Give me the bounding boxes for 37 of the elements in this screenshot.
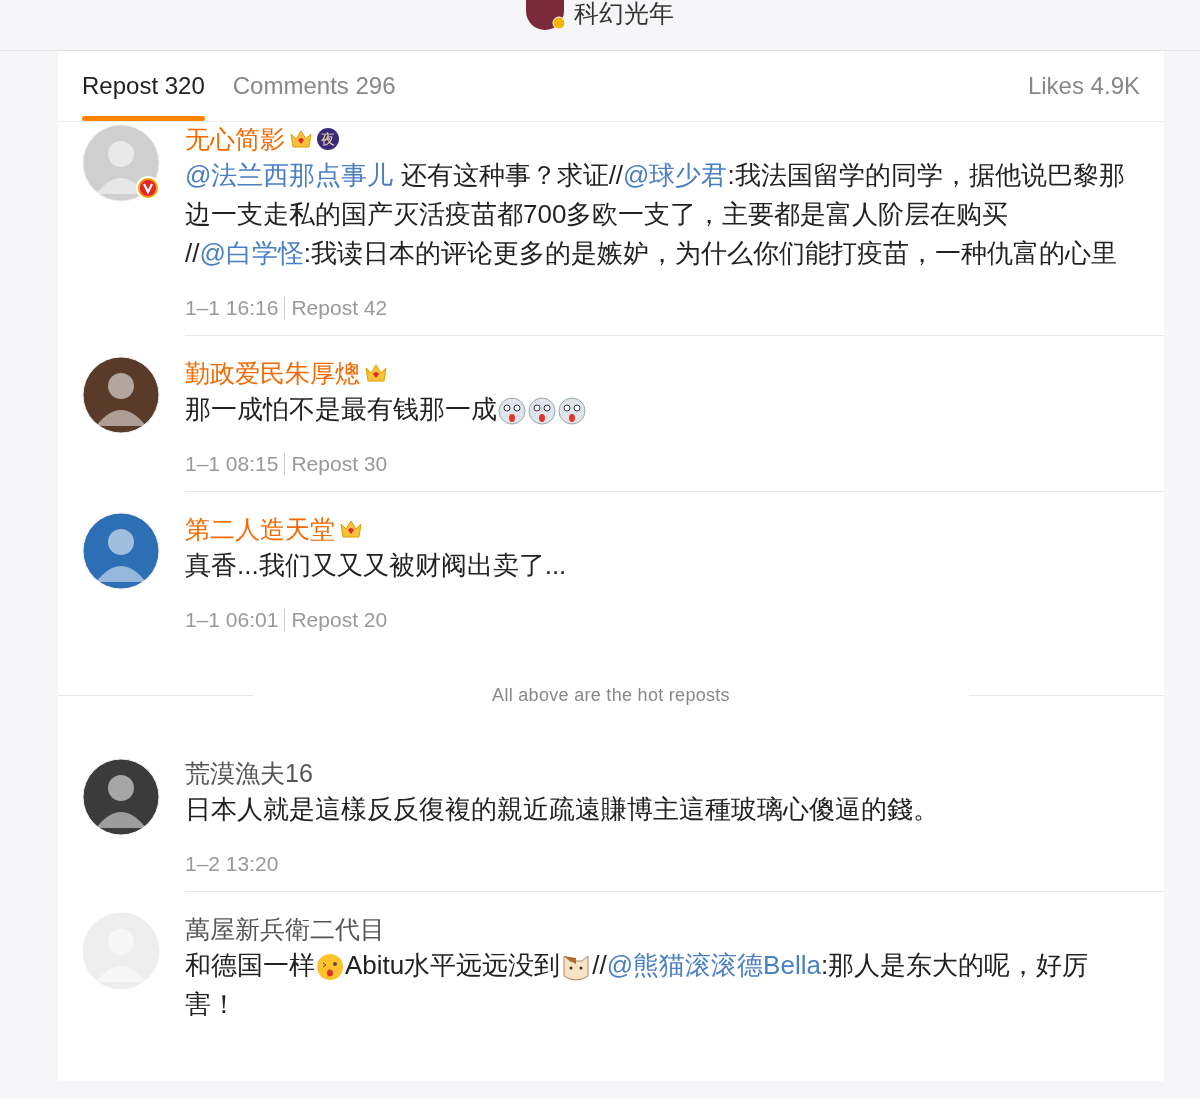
likes-count[interactable]: Likes 4.9K [1027,72,1140,100]
repost-text: 那一成怕不是最有钱那一成 [185,390,1140,429]
repost-text: @法兰西那点事儿 还有这种事？求证//@球少君:我法国留学的同学，据他说巴黎那边一支走私的国产灭活疫苗都700多欧一支了，主要都是富人阶层在购买 //@白学怪:我读日本的评论更多的是嫉妒，为什么你们能打疫苗，一种仇富的心里 [185,159,1126,270]
repost-text: 日本人就是這樣反反復複的親近疏遠賺博主這種玻璃心傻逼的錢。 [185,793,940,826]
avatar [526,0,564,30]
mention-link[interactable]: @球少君 [623,160,728,190]
repost-time: 1–2 13:20 [185,852,279,876]
tab[interactable]: Repost 320 [82,51,205,121]
repost-time: 1–1 16:16 [185,296,279,320]
mention-link[interactable]: @熊猫滚滚德Bella [606,950,821,980]
repost-time: 1–1 06:01 [185,608,279,632]
crown-icon [339,518,363,540]
user-name[interactable]: 荒漠漁夫16 [185,756,313,790]
repost-count[interactable]: Repost 30 [291,452,388,476]
account-name: 科幻光年 [574,0,674,26]
section-divider-label: All above are the hot reposts [491,685,731,706]
verified-icon [552,16,566,30]
repost-text: 和德国一样 Abitu水平远远没到 //@熊猫滚滚德Bella:那人是东大的呢，好厉害！ [185,949,1090,1021]
verified-icon [136,176,160,200]
repost-time: 1–1 08:15 [185,452,279,476]
level-badge: 夜 [317,128,339,150]
crown-icon [364,362,388,384]
repost-count[interactable]: Repost 20 [291,608,388,632]
tongue-face-icon [315,952,345,983]
mention-link[interactable]: @白学怪 [199,238,304,268]
mention-link[interactable]: @法兰西那点事儿 [185,160,394,190]
crown-icon [289,128,313,150]
dog-face-icon [557,396,587,427]
repost-text: 真香...我们又又又被财阀出卖了... [185,549,568,582]
dog-face-icon [527,396,557,427]
user-name[interactable]: 勤政爱民朱厚熜 [185,356,360,390]
user-name[interactable]: 第二人造天堂 [185,512,335,546]
dog-face-icon [497,396,527,427]
user-name[interactable]: 萬屋新兵衛二代目 [185,912,385,946]
tab[interactable]: Comments 296 [232,51,396,121]
user-name[interactable]: 无心简影 [185,122,285,156]
repost-count[interactable]: Repost 42 [291,296,388,320]
